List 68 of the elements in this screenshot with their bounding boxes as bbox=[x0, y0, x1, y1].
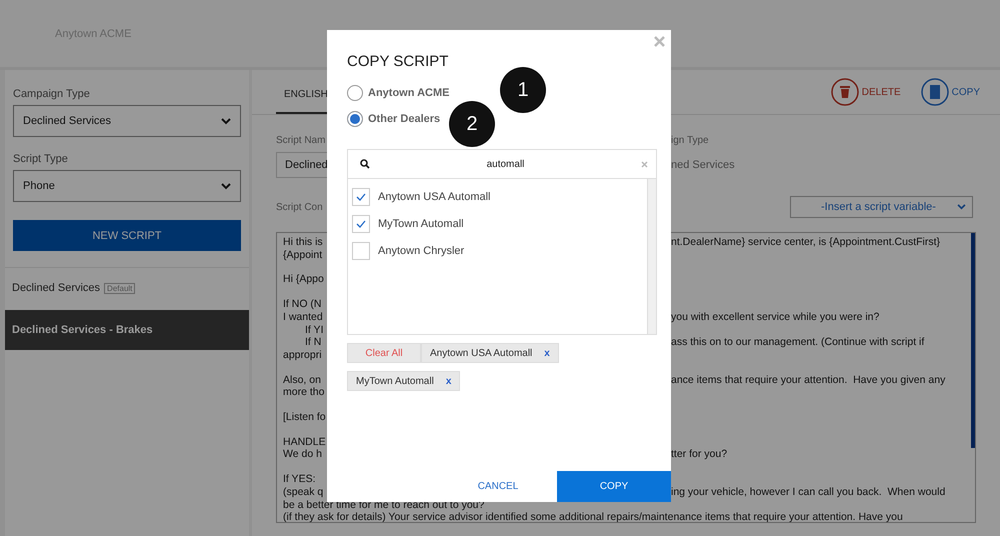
script-text: We do h bbox=[283, 448, 322, 460]
field-label: Script Nam bbox=[276, 135, 326, 146]
script-text: I wanted bbox=[283, 310, 323, 323]
remove-button[interactable]: x bbox=[544, 348, 550, 358]
search-field[interactable]: automall bbox=[348, 150, 656, 179]
script-text: appropri bbox=[283, 348, 322, 361]
script-item[interactable]: Declined Services Default bbox=[5, 268, 249, 308]
script-text: If NO (N bbox=[283, 298, 322, 310]
script-text: [Listen fo bbox=[283, 411, 326, 424]
script-item[interactable]: Declined Services - Brakes bbox=[5, 310, 249, 350]
script-text: nt.DealerName} service center, is {Appointment.CustFirst} bbox=[671, 236, 940, 249]
clear-all-button[interactable]: Clear All bbox=[347, 343, 421, 363]
script-text: tter for you? bbox=[671, 448, 728, 462]
search-icon bbox=[360, 159, 370, 169]
default-badge: Default bbox=[104, 282, 136, 294]
dealer-name: MyTown Automall bbox=[378, 218, 464, 230]
radio-button[interactable] bbox=[347, 111, 363, 127]
radio-button[interactable] bbox=[347, 85, 363, 101]
script-text: If YES: bbox=[283, 473, 316, 486]
check-icon bbox=[356, 220, 366, 228]
scrollbar-thumb[interactable] bbox=[971, 233, 975, 448]
script-text: ance items that require your attention. Have you given any bbox=[671, 374, 946, 386]
script-text: Hi this is bbox=[283, 236, 323, 248]
script-text: (speak q bbox=[283, 486, 324, 498]
script-text: Also, on bbox=[283, 374, 321, 386]
select-field[interactable]: Declined Services bbox=[13, 105, 241, 137]
document-icon bbox=[920, 78, 949, 106]
variable-select[interactable]: -Insert a script variable- bbox=[790, 196, 973, 218]
close-icon[interactable] bbox=[654, 36, 665, 47]
script-text: If N bbox=[304, 336, 322, 348]
new-script-button[interactable]: NEW SCRIPT bbox=[13, 220, 241, 251]
clear-icon[interactable] bbox=[641, 160, 648, 168]
copy-button[interactable]: COPY bbox=[557, 471, 671, 502]
field-label: Campaign Type bbox=[13, 88, 91, 100]
field-label: Script Type bbox=[13, 153, 69, 165]
chevron-icon bbox=[221, 182, 231, 190]
chevron-icon bbox=[957, 204, 966, 210]
number-callout: 1 bbox=[500, 67, 546, 113]
script-text: HANDLE bbox=[283, 436, 326, 448]
select-field[interactable]: Phone bbox=[13, 170, 241, 202]
campaign-type-value: ned Services bbox=[671, 159, 735, 171]
dealer-name: Anytown Chrysler bbox=[378, 244, 464, 256]
script-text: If YI bbox=[304, 324, 324, 336]
radio-label: Other Dealers bbox=[368, 113, 440, 125]
trash-icon bbox=[830, 78, 859, 106]
number-callout: 2 bbox=[449, 101, 495, 147]
check-icon bbox=[356, 192, 366, 200]
chip-label: Anytown USA Automall bbox=[430, 348, 532, 358]
script-text: Hi {Appo bbox=[283, 273, 324, 286]
remove-button[interactable]: x bbox=[446, 376, 452, 386]
script-text: ing your vehicle, however I can call you back. When would bbox=[671, 486, 946, 499]
cancel-button[interactable]: CANCEL bbox=[441, 471, 555, 502]
chevron-icon bbox=[221, 118, 231, 124]
dialog-title: COPY SCRIPT bbox=[347, 53, 450, 70]
copy-button[interactable]: COPY bbox=[920, 78, 980, 106]
field-label: Script Con bbox=[276, 202, 323, 212]
script-text: you with excellent service while you were in? bbox=[671, 310, 880, 324]
chip-label: MyTown Automall bbox=[356, 376, 434, 386]
delete-button[interactable]: DELETE bbox=[830, 78, 901, 106]
checkbox[interactable] bbox=[352, 242, 370, 260]
script-text: ass this on to our management. (Continue with script if bbox=[671, 336, 924, 349]
field-label: ign Type bbox=[671, 135, 710, 146]
dealer-name: Anytown USA Automall bbox=[378, 190, 491, 202]
checkbox[interactable] bbox=[352, 214, 370, 232]
radio-label: Anytown ACME bbox=[368, 87, 450, 99]
script-text: more tho bbox=[283, 386, 324, 398]
checkbox[interactable] bbox=[352, 188, 370, 206]
script-text: {Appoint bbox=[283, 248, 322, 261]
